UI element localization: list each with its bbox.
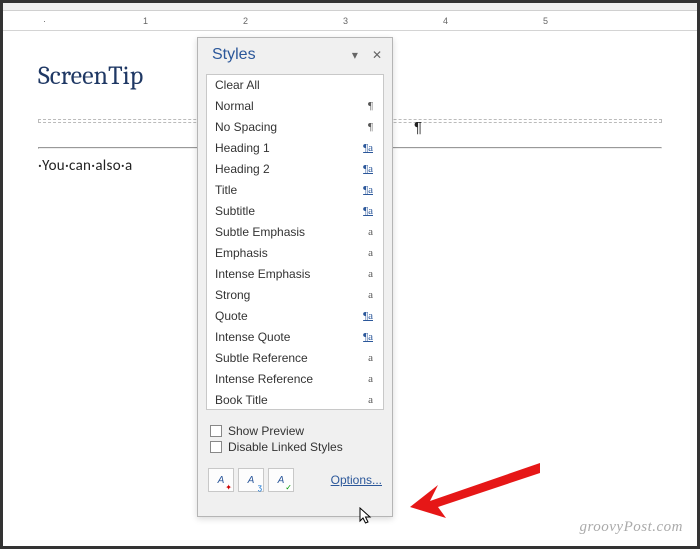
styles-pane-options-area: Show Preview Disable Linked Styles bbox=[198, 416, 392, 462]
style-item[interactable]: Subtle Emphasis a bbox=[207, 222, 383, 243]
style-type-indicator: ¶a bbox=[363, 161, 373, 178]
checkbox-icon bbox=[210, 425, 222, 437]
style-item-label: Quote bbox=[215, 308, 248, 325]
style-type-indicator: a bbox=[368, 266, 373, 283]
style-item[interactable]: Heading 1 ¶a bbox=[207, 138, 383, 159]
style-item-label: Subtitle bbox=[215, 203, 255, 220]
style-item-label: Normal bbox=[215, 98, 254, 115]
disable-linked-label: Disable Linked Styles bbox=[228, 440, 343, 454]
style-item[interactable]: Book Title a bbox=[207, 390, 383, 410]
style-type-indicator: ¶a bbox=[363, 308, 373, 325]
styles-pane-title: Styles bbox=[212, 46, 256, 64]
style-item-label: Intense Reference bbox=[215, 371, 313, 388]
style-type-indicator: a bbox=[368, 287, 373, 304]
show-preview-label: Show Preview bbox=[228, 424, 304, 438]
style-inspector-button[interactable]: Aʒ bbox=[238, 468, 264, 492]
style-item-label: Heading 1 bbox=[215, 140, 270, 157]
style-item[interactable]: Emphasis a bbox=[207, 243, 383, 264]
style-type-indicator: ¶ bbox=[368, 98, 373, 115]
pane-dropdown-icon[interactable]: ▾ bbox=[352, 48, 358, 62]
style-type-indicator: ¶a bbox=[363, 182, 373, 199]
horizontal-ruler[interactable]: ·12345 bbox=[3, 11, 697, 31]
checkbox-icon bbox=[210, 441, 222, 453]
style-item[interactable]: Strong a bbox=[207, 285, 383, 306]
style-item-label: Intense Emphasis bbox=[215, 266, 310, 283]
manage-styles-button[interactable]: A✓ bbox=[268, 468, 294, 492]
style-type-indicator: ¶ bbox=[368, 119, 373, 136]
style-item[interactable]: Normal ¶ bbox=[207, 96, 383, 117]
style-type-indicator: ¶a bbox=[363, 140, 373, 157]
style-item[interactable]: Heading 2 ¶a bbox=[207, 159, 383, 180]
styles-pane-header: Styles ▾ ✕ bbox=[198, 38, 392, 68]
style-type-indicator: ¶a bbox=[363, 329, 373, 346]
pane-close-icon[interactable]: ✕ bbox=[372, 48, 382, 62]
styles-pane: Styles ▾ ✕ Clear All Normal ¶ No Spacing ¶ He… bbox=[197, 37, 393, 517]
style-item-label: Subtle Emphasis bbox=[215, 224, 305, 241]
style-type-indicator: a bbox=[368, 224, 373, 241]
style-item[interactable]: Subtitle ¶a bbox=[207, 201, 383, 222]
style-type-indicator: a bbox=[368, 392, 373, 409]
style-item-label: Emphasis bbox=[215, 245, 268, 262]
style-type-indicator: a bbox=[368, 350, 373, 367]
ribbon-area bbox=[3, 3, 697, 11]
style-item-label: Title bbox=[215, 182, 237, 199]
options-link[interactable]: Options... bbox=[331, 473, 382, 487]
style-item-label: Intense Quote bbox=[215, 329, 290, 346]
style-item[interactable]: Quote ¶a bbox=[207, 306, 383, 327]
style-type-indicator: ¶a bbox=[363, 203, 373, 220]
style-item[interactable]: Intense Emphasis a bbox=[207, 264, 383, 285]
style-item-label: Subtle Reference bbox=[215, 350, 308, 367]
disable-linked-styles-checkbox[interactable]: Disable Linked Styles bbox=[210, 440, 380, 454]
style-type-indicator: a bbox=[368, 245, 373, 262]
style-item[interactable]: Subtle Reference a bbox=[207, 348, 383, 369]
styles-list: Clear AllNormal¶No Spacing¶Heading 1¶aHe… bbox=[206, 74, 384, 410]
style-item[interactable]: No Spacing ¶ bbox=[207, 117, 383, 138]
style-item-label: Book Title bbox=[215, 392, 268, 409]
style-item[interactable]: Title ¶a bbox=[207, 180, 383, 201]
style-item[interactable]: Intense Quote ¶a bbox=[207, 327, 383, 348]
styles-pane-footer: A✦ Aʒ A✓ Options... bbox=[198, 462, 392, 500]
style-item-label: No Spacing bbox=[215, 119, 277, 136]
new-style-button[interactable]: A✦ bbox=[208, 468, 234, 492]
style-item-label: Strong bbox=[215, 287, 250, 304]
style-type-indicator: a bbox=[368, 371, 373, 388]
watermark-text: groovyPost.com bbox=[579, 519, 683, 536]
style-item[interactable]: Intense Reference a bbox=[207, 369, 383, 390]
style-item[interactable]: Clear All bbox=[207, 75, 383, 96]
style-item-label: Heading 2 bbox=[215, 161, 270, 178]
show-preview-checkbox[interactable]: Show Preview bbox=[210, 424, 380, 438]
style-item-label: Clear All bbox=[215, 77, 260, 94]
